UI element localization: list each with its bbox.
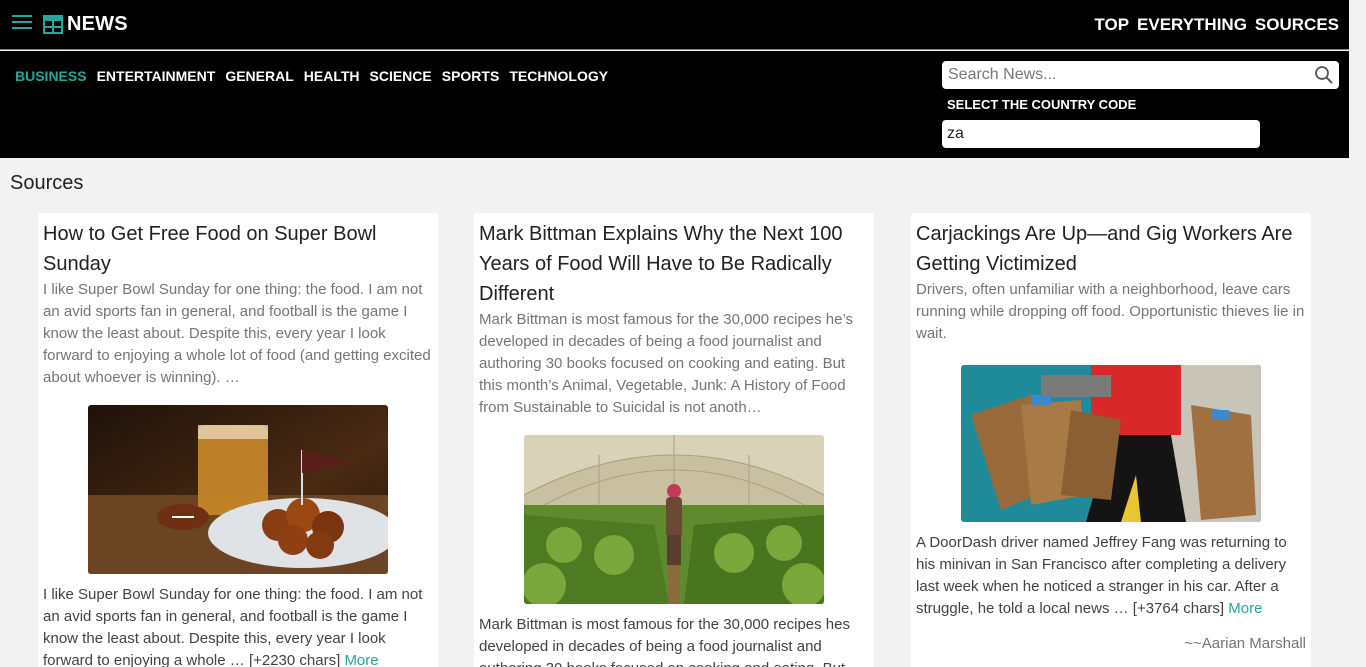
- delivery-bags-image: [961, 365, 1261, 522]
- article-title[interactable]: Mark Bittman Explains Why the Next 100 Y…: [479, 219, 869, 309]
- nav-sources-link[interactable]: SOURCES: [1255, 15, 1339, 35]
- category-bar: BUSINESS ENTERTAINMENT GENERAL HEALTH SC…: [0, 51, 1349, 158]
- category-tabs: BUSINESS ENTERTAINMENT GENERAL HEALTH SC…: [15, 68, 608, 84]
- more-link[interactable]: More: [1228, 600, 1262, 617]
- tab-health[interactable]: HEALTH: [304, 68, 360, 84]
- country-code-input[interactable]: [942, 120, 1260, 148]
- article-card: How to Get Free Food on Super Bowl Sunda…: [38, 213, 438, 667]
- article-card: Mark Bittman Explains Why the Next 100 Y…: [474, 213, 874, 667]
- article-author: ~~Aarian Marshall: [1184, 635, 1306, 652]
- search-box: [942, 61, 1339, 89]
- hamburger-menu-icon[interactable]: [12, 15, 32, 33]
- search-input[interactable]: [942, 61, 1302, 89]
- article-content: Mark Bittman is most famous for the 30,0…: [479, 614, 869, 667]
- tab-technology[interactable]: TECHNOLOGY: [509, 68, 608, 84]
- more-link[interactable]: More: [344, 652, 378, 667]
- tab-business[interactable]: BUSINESS: [15, 68, 87, 84]
- top-nav: TOP EVERYTHING SOURCES: [1094, 15, 1339, 35]
- article-content-text: Mark Bittman is most famous for the 30,0…: [479, 616, 850, 667]
- tab-general[interactable]: GENERAL: [225, 68, 293, 84]
- article-description: Mark Bittman is most famous for the 30,0…: [479, 311, 854, 416]
- article-card: Carjackings Are Up—and Gig Workers Are G…: [911, 213, 1311, 667]
- tab-entertainment[interactable]: ENTERTAINMENT: [97, 68, 216, 84]
- article-title[interactable]: Carjackings Are Up—and Gig Workers Are G…: [916, 219, 1306, 279]
- super-bowl-wings-image: [88, 405, 388, 574]
- article-content: A DoorDash driver named Jeffrey Fang was…: [916, 532, 1306, 620]
- country-code-label: SELECT THE COUNTRY CODE: [947, 97, 1137, 112]
- greenhouse-farmer-image: [524, 435, 824, 604]
- article-description: Drivers, often unfamiliar with a neighbo…: [916, 281, 1305, 342]
- nav-everything-link[interactable]: EVERYTHING: [1137, 15, 1247, 35]
- article-content: I like Super Bowl Sunday for one thing: …: [43, 584, 433, 667]
- tab-sports[interactable]: SPORTS: [442, 68, 500, 84]
- tab-science[interactable]: SCIENCE: [370, 68, 432, 84]
- newspaper-icon: [43, 15, 63, 34]
- search-icon[interactable]: [1314, 65, 1334, 85]
- page-title: Sources: [10, 172, 84, 194]
- article-description: I like Super Bowl Sunday for one thing: …: [43, 281, 431, 386]
- nav-top-link[interactable]: TOP: [1094, 15, 1129, 35]
- top-app-bar: NEWS TOP EVERYTHING SOURCES: [0, 0, 1349, 50]
- brand-title[interactable]: NEWS: [67, 13, 128, 36]
- article-title[interactable]: How to Get Free Food on Super Bowl Sunda…: [43, 219, 433, 279]
